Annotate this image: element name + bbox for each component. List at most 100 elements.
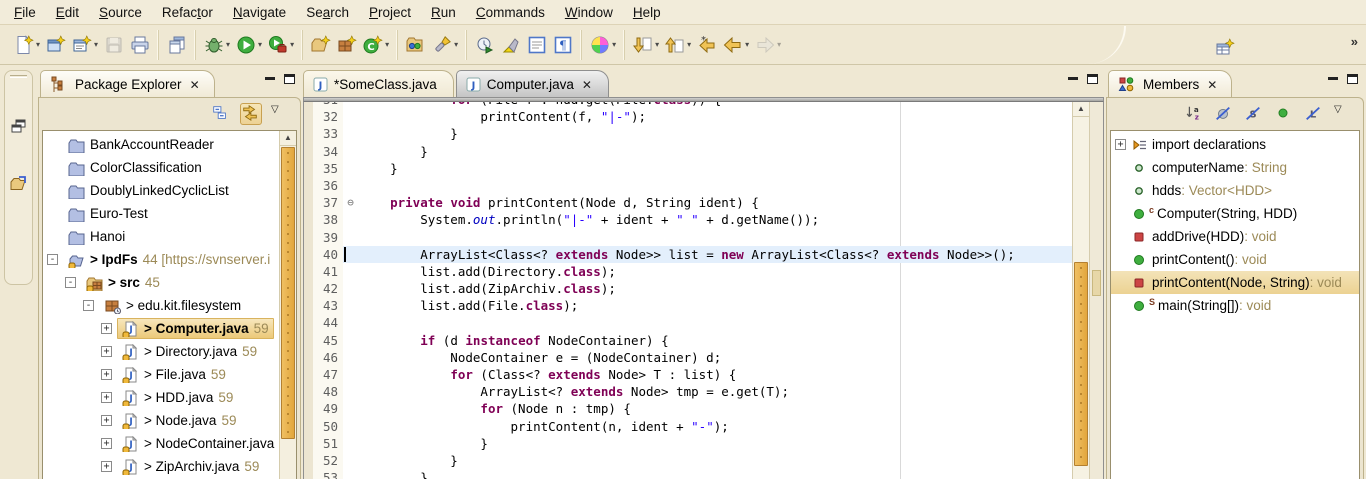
tree-item[interactable]: +J> Computer.java59 <box>43 317 279 340</box>
code-line-39[interactable]: 39 <box>304 229 1072 246</box>
tree-item[interactable]: -> edu.kit.filesystem <box>43 294 279 317</box>
tree-item[interactable]: -> src45 <box>43 271 279 294</box>
color-wheel-button[interactable]: ▾ <box>587 31 619 59</box>
code-line-38[interactable]: 38 System.out.println("|-" + ident + " "… <box>304 211 1072 228</box>
collapse-icon[interactable]: - <box>47 254 58 265</box>
close-icon[interactable]: ✕ <box>190 78 200 92</box>
code-line-41[interactable]: 41 list.add(Directory.class); <box>304 263 1072 280</box>
menu-edit[interactable]: Edit <box>46 2 89 23</box>
show-whitespace-button[interactable] <box>524 31 550 59</box>
expand-icon[interactable]: + <box>101 392 112 403</box>
dropdown-arrow-icon[interactable]: ▾ <box>655 41 659 49</box>
member-item[interactable]: computerName : String <box>1111 156 1359 179</box>
overview-ruler[interactable] <box>1090 102 1103 479</box>
fast-view-button[interactable] <box>1212 34 1238 62</box>
fold-collapse-icon[interactable]: ⊖ <box>343 194 358 211</box>
code-line-33[interactable]: 33 } <box>304 125 1072 142</box>
scroll-up-icon[interactable]: ▲ <box>280 131 296 146</box>
expand-icon[interactable]: + <box>101 369 112 380</box>
code-line-42[interactable]: 42 list.add(ZipArchiv.class); <box>304 280 1072 297</box>
dropdown-arrow-icon[interactable]: ▾ <box>777 41 781 49</box>
expand-icon[interactable]: + <box>101 415 112 426</box>
member-item[interactable]: cComputer(String, HDD) <box>1111 202 1359 225</box>
dropdown-arrow-icon[interactable]: ▾ <box>612 41 616 49</box>
expand-icon[interactable]: + <box>101 346 112 357</box>
next-annotation-button[interactable]: ▾ <box>630 31 662 59</box>
tree-item[interactable]: +J> Directory.java59 <box>43 340 279 363</box>
code-line-32[interactable]: 32 printContent(f, "|-"); <box>304 108 1072 125</box>
open-perspective-button[interactable] <box>5 174 32 194</box>
member-item[interactable]: Smain(String[]) : void <box>1111 294 1359 317</box>
dropdown-arrow-icon[interactable]: ▾ <box>687 41 691 49</box>
new-java-project-button[interactable] <box>308 31 334 59</box>
open-type-button[interactable] <box>403 31 429 59</box>
tree-item[interactable]: +J> HDD.java59 <box>43 386 279 409</box>
code-line-51[interactable]: 51 } <box>304 435 1072 452</box>
dropdown-arrow-icon[interactable]: ▾ <box>258 41 262 49</box>
minimize-icon[interactable] <box>265 75 275 80</box>
dropdown-arrow-icon[interactable]: ▾ <box>745 41 749 49</box>
member-item[interactable]: printContent(Node, String) : void <box>1111 271 1359 294</box>
filter-local-button[interactable]: L <box>1303 103 1325 125</box>
menu-source[interactable]: Source <box>89 2 152 23</box>
code-line-47[interactable]: 47 for (Class<? extends Node> T : list) … <box>304 366 1072 383</box>
task-button[interactable] <box>472 31 498 59</box>
minimize-icon[interactable] <box>1328 75 1338 80</box>
menu-window[interactable]: Window <box>555 2 623 23</box>
collapse-icon[interactable]: - <box>65 277 76 288</box>
back-button[interactable]: ▾ <box>720 31 752 59</box>
code-viewport[interactable]: 31 for (File f : hdd.get(File.class)) {3… <box>304 102 1072 479</box>
scrollbar-thumb[interactable] <box>1074 262 1088 466</box>
toolbar-overflow-chevron[interactable]: » <box>1351 34 1356 49</box>
tree-item[interactable]: DoublyLinkedCyclicList <box>43 179 279 202</box>
code-line-37[interactable]: 37⊖ private void printContent(Node d, St… <box>304 194 1072 211</box>
member-item[interactable]: printContent() : void <box>1111 248 1359 271</box>
run-button[interactable]: ▾ <box>233 31 265 59</box>
link-with-editor-button[interactable] <box>240 103 262 125</box>
code-line-35[interactable]: 35 } <box>304 160 1072 177</box>
tree-item[interactable]: Hanoi <box>43 225 279 248</box>
filter-fields-button[interactable] <box>1213 103 1235 125</box>
expand-icon[interactable]: + <box>101 438 112 449</box>
collapse-icon[interactable]: - <box>83 300 94 311</box>
editor-tab[interactable]: J*SomeClass.java <box>303 70 454 98</box>
tree-item[interactable]: +J> Node.java59 <box>43 409 279 432</box>
dropdown-arrow-icon[interactable]: ▾ <box>94 41 98 49</box>
dropdown-arrow-icon[interactable]: ▾ <box>290 41 294 49</box>
view-bar-handle[interactable] <box>10 75 27 78</box>
new-class-button[interactable]: C▾ <box>360 31 392 59</box>
new-project-window-button[interactable] <box>43 31 69 59</box>
minimize-icon[interactable] <box>1068 75 1078 80</box>
expand-icon[interactable]: + <box>1115 139 1126 150</box>
code-line-53[interactable]: 53 } <box>304 469 1072 479</box>
code-line-36[interactable]: 36 <box>304 177 1072 194</box>
close-icon[interactable]: ✕ <box>1207 78 1217 92</box>
collapse-all-button[interactable] <box>210 103 232 125</box>
editor-scrollbar[interactable]: ▲ <box>1072 102 1090 479</box>
maximize-icon[interactable] <box>1347 74 1358 84</box>
menu-commands[interactable]: Commands <box>466 2 555 23</box>
code-line-34[interactable]: 34 } <box>304 143 1072 160</box>
show-paragraph-button[interactable]: ¶ <box>550 31 576 59</box>
expand-icon[interactable]: + <box>101 323 112 334</box>
search-button[interactable]: ▾ <box>429 31 461 59</box>
print-button[interactable] <box>127 31 153 59</box>
tree-item[interactable]: ColorClassification <box>43 156 279 179</box>
dropdown-arrow-icon[interactable]: ▾ <box>454 41 458 49</box>
scroll-up-icon[interactable]: ▲ <box>1073 102 1089 117</box>
code-line-50[interactable]: 50 printContent(n, ident + "-"); <box>304 418 1072 435</box>
member-item[interactable]: addDrive(HDD) : void <box>1111 225 1359 248</box>
code-line-40[interactable]: 40 ArrayList<Class<? extends Node>> list… <box>304 246 1072 263</box>
code-line-44[interactable]: 44 <box>304 314 1072 331</box>
new-package-button[interactable] <box>334 31 360 59</box>
code-line-49[interactable]: 49 for (Node n : tmp) { <box>304 400 1072 417</box>
new-button[interactable]: ▾ <box>11 31 43 59</box>
package-explorer-scrollbar[interactable]: ▲ <box>279 131 296 479</box>
dropdown-arrow-icon[interactable]: ▾ <box>226 41 230 49</box>
filter-static-button[interactable]: S <box>1243 103 1265 125</box>
tree-item[interactable]: +J> NodeContainer.java <box>43 432 279 455</box>
code-line-48[interactable]: 48 ArrayList<? extends Node> tmp = e.get… <box>304 383 1072 400</box>
code-line-46[interactable]: 46 NodeContainer e = (NodeContainer) d; <box>304 349 1072 366</box>
menu-project[interactable]: Project <box>359 2 421 23</box>
tree-item[interactable]: Euro-Test <box>43 202 279 225</box>
